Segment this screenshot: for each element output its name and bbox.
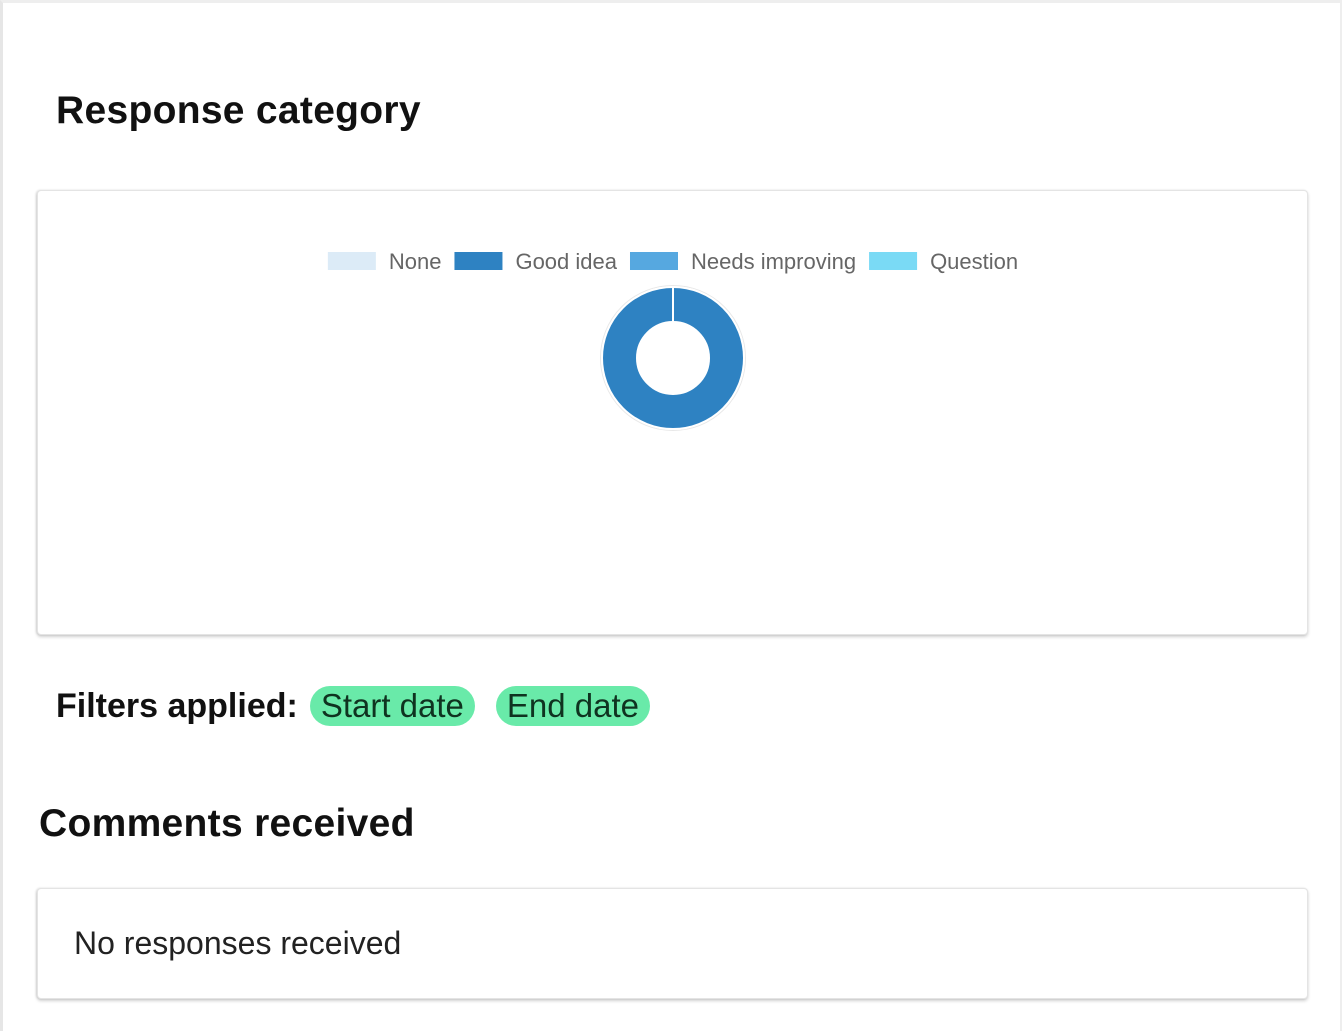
legend-swatch-question: [867, 250, 920, 272]
response-category-chart: None Good idea Needs improving Question: [325, 249, 1018, 431]
legend-swatch-needs-improving: [627, 250, 680, 272]
report-page: Response category None Good idea Needs imp…: [0, 0, 1342, 1031]
doughnut: [600, 286, 745, 430]
legend-item-good-idea[interactable]: Good idea: [452, 249, 618, 274]
filters-label: Filters applied:: [56, 686, 298, 725]
chart-card: None Good idea Needs improving Question: [37, 190, 1308, 635]
no-responses-message: No responses received: [74, 925, 402, 961]
legend-label-question: Question: [930, 249, 1018, 274]
legend-label-good-idea: Good idea: [515, 249, 617, 274]
chart-legend: None Good idea Needs improving Question: [325, 249, 1018, 274]
filter-chip-start-date[interactable]: Start date: [309, 686, 475, 726]
legend-label-none: None: [389, 249, 442, 274]
response-category-title: Response category: [56, 89, 421, 132]
comments-received-title: Comments received: [39, 802, 415, 845]
legend-swatch-none: [325, 250, 378, 272]
legend-label-needs-improving: Needs improving: [691, 249, 856, 274]
legend-item-needs-improving[interactable]: Needs improving: [627, 249, 856, 274]
comments-card: No responses received: [37, 888, 1308, 999]
filters-bar: Filters applied: Start date End date: [56, 685, 671, 727]
filter-chip-end-date[interactable]: End date: [495, 686, 651, 726]
legend-item-none[interactable]: None: [325, 249, 442, 274]
legend-item-question[interactable]: Question: [867, 249, 1018, 274]
legend-swatch-good-idea: [452, 250, 505, 272]
